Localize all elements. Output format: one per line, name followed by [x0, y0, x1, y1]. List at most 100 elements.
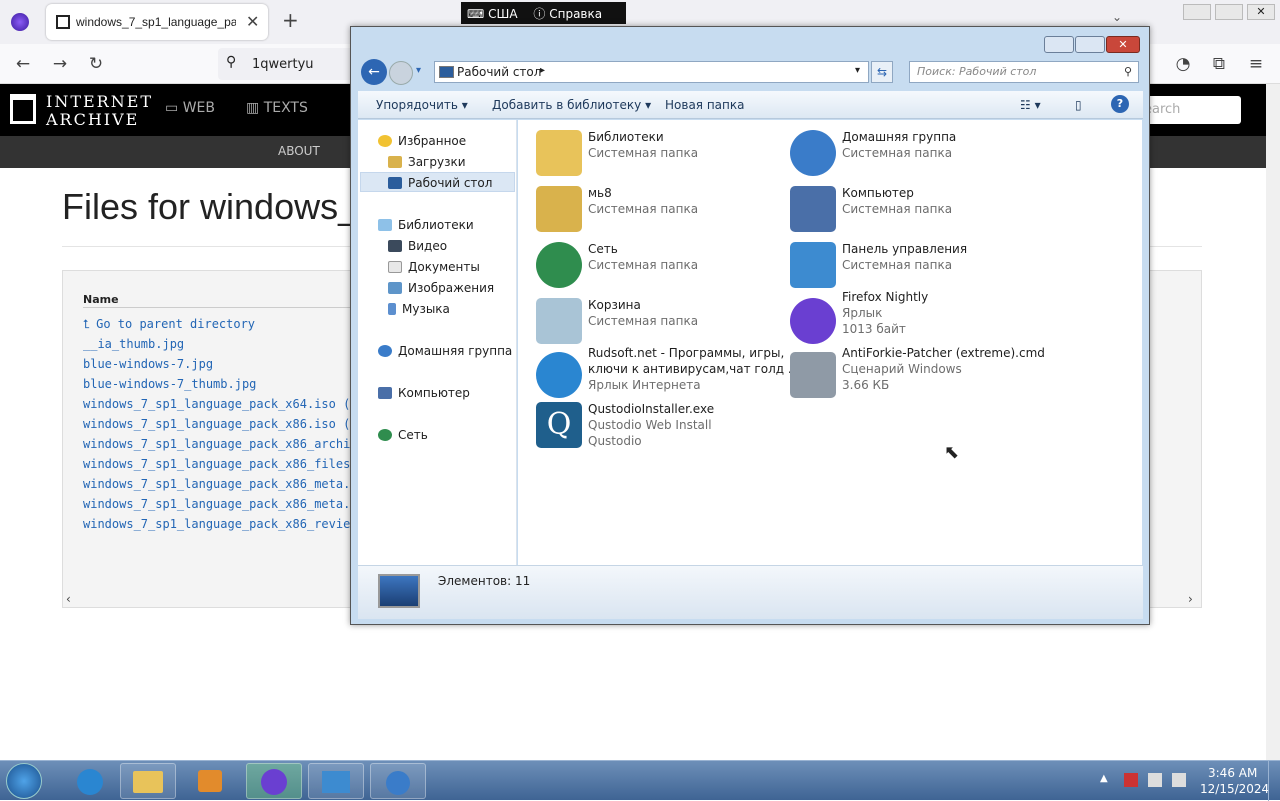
qustodio-icon: Q: [536, 402, 582, 448]
nav-texts[interactable]: ▥ TEXTS: [246, 100, 308, 116]
nav-libraries[interactable]: Библиотеки: [378, 218, 474, 232]
account-icon[interactable]: ◔: [1170, 51, 1196, 77]
tray-flag-icon[interactable]: [1124, 773, 1138, 787]
nav-web[interactable]: ▭ WEB: [165, 100, 215, 116]
nav-network[interactable]: Сеть: [378, 428, 428, 442]
file-link[interactable]: windows_7_sp1_language_pack_x86_review: [83, 517, 358, 531]
close-button[interactable]: ✕: [1247, 4, 1275, 20]
name-column-header[interactable]: Name: [83, 293, 119, 306]
mouse-cursor-icon: ⬉: [944, 442, 960, 463]
video-icon: [388, 240, 402, 252]
preview-pane-icon[interactable]: ▯: [1075, 98, 1082, 112]
tray-volume-icon[interactable]: [1172, 773, 1186, 787]
address-bar[interactable]: Рабочий стол ▸ ▾: [434, 61, 869, 83]
file-link[interactable]: windows_7_sp1_language_pack_x86_meta.x: [83, 497, 358, 511]
command-bar: Упорядочить ▾ Добавить в библиотеку ▾ Но…: [358, 91, 1143, 119]
item-firefox-nightly[interactable]: Firefox Nightly Ярлык 1013 байт: [790, 290, 1040, 344]
nav-documents[interactable]: Документы: [388, 260, 480, 274]
item-homegroup[interactable]: Домашняя группа Системная папка: [790, 130, 1040, 182]
nav-music[interactable]: Музыка: [388, 302, 450, 316]
nav-computer[interactable]: Компьютер: [378, 386, 470, 400]
file-link[interactable]: windows_7_sp1_language_pack_x86_files.: [83, 457, 358, 471]
organize-button[interactable]: Упорядочить ▾: [376, 98, 468, 112]
nav-homegroup[interactable]: Домашняя группа: [378, 344, 512, 358]
tab-list-icon[interactable]: ⌄: [1112, 10, 1122, 24]
reload-icon[interactable]: ↻: [83, 51, 109, 77]
taskbar-app-icon[interactable]: [370, 763, 426, 799]
new-tab-button[interactable]: +: [282, 8, 299, 32]
back-icon[interactable]: ←: [10, 51, 36, 77]
clock-time[interactable]: 3:46 AM: [1208, 766, 1257, 780]
win-minimize-button[interactable]: [1044, 36, 1074, 53]
tab-close-icon[interactable]: ✕: [246, 12, 259, 31]
taskbar-firefox-icon[interactable]: [246, 763, 302, 799]
clock-date[interactable]: 12/15/2024: [1200, 782, 1269, 796]
nav-desktop[interactable]: Рабочий стол: [388, 176, 492, 190]
item-rudsoft-link[interactable]: Rudsoft.net - Программы, игры, ключи к ан…: [536, 346, 799, 398]
desktop-icon: [388, 177, 402, 189]
logo-line1[interactable]: INTERNET: [46, 92, 153, 111]
start-button[interactable]: [6, 763, 42, 799]
forward-icon[interactable]: →: [47, 51, 73, 77]
internet-explorer-icon: [536, 352, 582, 398]
history-dropdown-icon[interactable]: ▾: [416, 65, 421, 76]
item-libraries[interactable]: Библиотеки Системная папка: [536, 130, 786, 182]
taskbar-control-panel-icon[interactable]: [308, 763, 364, 799]
scroll-right-icon[interactable]: ›: [1188, 592, 1193, 606]
forward-button[interactable]: [389, 61, 413, 85]
explorer-window: ✕ ← ▾ Рабочий стол ▸ ▾ ⇆ Поиск: Рабочий …: [350, 26, 1150, 625]
minimize-button[interactable]: [1183, 4, 1211, 20]
ia-search-input[interactable]: earch: [1140, 96, 1241, 124]
scroll-left-icon[interactable]: ‹: [66, 592, 71, 606]
nav-video[interactable]: Видео: [388, 239, 447, 253]
file-link[interactable]: windows_7_sp1_language_pack_x64.iso (V: [83, 397, 358, 411]
show-desktop-button[interactable]: [1268, 761, 1280, 801]
browser-tab[interactable]: windows_7_sp1_language_pack ✕: [46, 4, 268, 40]
item-control-panel[interactable]: Панель управления Системная папка: [790, 242, 1040, 294]
menu-icon[interactable]: ≡: [1243, 51, 1269, 77]
nav-favorites[interactable]: Избранное: [378, 134, 466, 148]
about-link[interactable]: ABOUT: [278, 144, 320, 158]
taskbar-media-player-icon[interactable]: [182, 763, 238, 799]
add-to-library-button[interactable]: Добавить в библиотеку ▾: [492, 98, 651, 112]
refresh-button[interactable]: ⇆: [871, 61, 893, 83]
nav-images[interactable]: Изображения: [388, 281, 494, 295]
maximize-button[interactable]: [1215, 4, 1243, 20]
item-user-folder[interactable]: мь8 Системная папка: [536, 186, 786, 238]
taskbar-ie-icon[interactable]: [62, 763, 118, 799]
file-link[interactable]: __ia_thumb.jpg: [83, 337, 184, 351]
nav-downloads[interactable]: Загрузки: [388, 155, 466, 169]
archive-logo-icon[interactable]: [10, 94, 36, 124]
logo-line2[interactable]: ARCHIVE: [46, 110, 139, 129]
extensions-icon[interactable]: ⧉: [1206, 51, 1232, 77]
file-link[interactable]: blue-windows-7.jpg: [83, 357, 213, 371]
address-dropdown-icon[interactable]: ▾: [855, 65, 860, 76]
parent-dir-link[interactable]: ⮤ Go to parent directory: [83, 317, 255, 332]
win-close-button[interactable]: ✕: [1106, 36, 1140, 53]
file-link[interactable]: windows_7_sp1_language_pack_x86_meta.s: [83, 477, 358, 491]
firefox-icon[interactable]: [11, 13, 29, 31]
homegroup-icon: [378, 345, 392, 357]
page-scrollbar[interactable]: [1266, 84, 1280, 760]
back-button[interactable]: ←: [361, 59, 387, 85]
file-link[interactable]: windows_7_sp1_language_pack_x86_archiv: [83, 437, 358, 451]
star-icon: [378, 135, 392, 147]
book-icon: ▥: [246, 100, 264, 116]
file-link[interactable]: blue-windows-7_thumb.jpg: [83, 377, 256, 391]
item-network[interactable]: Сеть Системная папка: [536, 242, 786, 294]
taskbar-explorer-icon[interactable]: [120, 763, 176, 799]
tray-network-icon[interactable]: [1148, 773, 1162, 787]
item-antiforkie-cmd[interactable]: AntiForkie-Patcher (extreme).cmd Сценарий…: [790, 346, 1045, 398]
view-options-icon[interactable]: ☷ ▾: [1020, 98, 1041, 112]
item-recycle-bin[interactable]: Корзина Системная папка: [536, 298, 786, 350]
language-bar[interactable]: ⌨ США ⓘ Справка: [461, 2, 626, 24]
address-row: ← ▾ Рабочий стол ▸ ▾ ⇆ Поиск: Рабочий ст…: [359, 57, 1142, 89]
tray-expand-icon[interactable]: ▲: [1100, 773, 1108, 784]
help-icon[interactable]: ?: [1111, 95, 1129, 113]
file-link[interactable]: windows_7_sp1_language_pack_x86.iso (V: [83, 417, 358, 431]
new-folder-button[interactable]: Новая папка: [665, 98, 744, 112]
item-qustodio[interactable]: Q QustodioInstaller.exe Qustodio Web Insta…: [536, 402, 786, 454]
item-computer[interactable]: Компьютер Системная папка: [790, 186, 1040, 238]
win-maximize-button[interactable]: [1075, 36, 1105, 53]
search-box[interactable]: Поиск: Рабочий стол ⚲: [909, 61, 1139, 83]
